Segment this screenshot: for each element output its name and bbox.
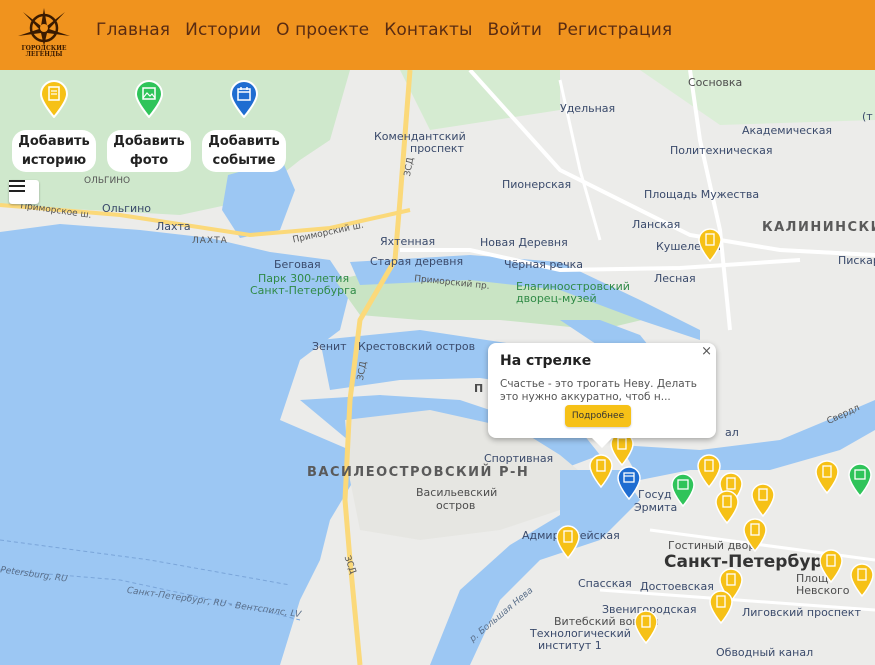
story-marker[interactable] <box>588 454 614 488</box>
main-nav: Главная Истории О проекте Контакты Войти… <box>96 20 672 40</box>
story-marker[interactable] <box>750 483 776 517</box>
label-pi: П <box>474 382 484 395</box>
calendar-icon <box>617 466 641 500</box>
label-sportivnaya: Спортивная <box>484 452 554 465</box>
label-ligovsky: Лиговский проспект <box>742 606 861 619</box>
nav-home[interactable]: Главная <box>96 20 170 40</box>
photo-marker[interactable] <box>670 473 696 507</box>
label-chernaya-rechka: Чёрная речка <box>504 258 583 271</box>
add-story-button[interactable]: Добавить историю <box>10 80 98 172</box>
book-icon <box>743 518 767 552</box>
label-polytech: Политехническая <box>670 144 773 157</box>
photo-icon <box>671 473 695 507</box>
popup-title: На стрелке <box>500 353 592 369</box>
label-al: ал <box>725 426 739 439</box>
nav-register[interactable]: Регистрация <box>557 20 672 40</box>
label-spasskaya: Спасская <box>578 577 632 590</box>
story-marker[interactable] <box>742 518 768 552</box>
label-zenit: Зенит <box>312 340 347 353</box>
label-lanskaya: Ланская <box>632 218 681 231</box>
label-piskar: Пискар <box>838 254 875 267</box>
add-event-label: Добавить событие <box>202 130 286 172</box>
label-begovaya: Беговая <box>274 258 321 271</box>
hamburger-icon <box>9 180 25 192</box>
photo-icon <box>134 80 164 118</box>
book-icon <box>556 525 580 559</box>
label-tech-2: институт 1 <box>538 639 602 652</box>
label-komendant-prospekt: проспект <box>410 142 464 155</box>
label-lakhta: Лахта <box>156 220 191 233</box>
label-nevsky: Невского <box>796 584 850 597</box>
label-vasileostrovsky: ВАСИЛЕОСТРОВСКИЙ Р-Н <box>307 465 530 480</box>
story-marker[interactable] <box>708 590 734 624</box>
nav-about[interactable]: О проекте <box>276 20 369 40</box>
book-icon <box>715 490 739 524</box>
label-olgino: Ольгино <box>102 202 152 215</box>
book-icon <box>39 80 69 118</box>
logo-emblem-icon <box>18 8 70 46</box>
label-staraya-derevnya: Старая деревня <box>370 255 464 268</box>
story-popup: × На стрелке Счастье - это трогать Неву.… <box>488 343 716 448</box>
story-marker[interactable] <box>555 525 581 559</box>
close-icon[interactable]: × <box>701 344 712 359</box>
map-view[interactable]: Сосновка Удельная Академическая (т Комен… <box>0 70 875 665</box>
story-marker[interactable] <box>714 490 740 524</box>
label-elagin-2: дворец-музей <box>516 292 597 305</box>
book-icon <box>709 590 733 624</box>
label-lesnaya: Лесная <box>654 272 696 285</box>
nav-login[interactable]: Войти <box>488 20 543 40</box>
photo-icon <box>848 463 872 497</box>
label-akadem: Академическая <box>742 124 833 137</box>
label-vasilievsky-2: остров <box>436 499 476 512</box>
label-krestovsky: Крестовский остров <box>358 340 476 353</box>
book-icon <box>698 228 722 262</box>
label-spb: Санкт-Петербург <box>664 552 832 572</box>
city-legends-logo[interactable]: ГОРОДСКИЕ ЛЕГЕНДЫ <box>10 6 78 64</box>
label-olgino-top: ОЛЬГИНО <box>84 176 131 186</box>
label-udelnaya: Удельная <box>560 102 616 115</box>
story-marker[interactable] <box>849 563 875 597</box>
story-marker[interactable] <box>697 228 723 262</box>
label-kalininsky: КАЛИНИНСКИЙ <box>762 220 875 235</box>
label-sosnovka: Сосновка <box>688 76 743 89</box>
popup-text: Счастье - это трогать Неву. Делать это н… <box>500 378 697 403</box>
label-dostoevskaya: Достоевская <box>640 580 714 593</box>
book-icon <box>751 483 775 517</box>
book-icon <box>589 454 613 488</box>
calendar-icon <box>229 80 259 118</box>
add-photo-label: Добавить фото <box>107 130 191 172</box>
label-vasilievsky-1: Васильевский <box>416 486 498 499</box>
label-obvodny: Обводный канал <box>716 646 814 659</box>
label-novaya-derevnya: Новая Деревня <box>480 236 568 249</box>
label-park-300-2: Санкт-Петербурга <box>250 284 357 297</box>
label-lakhta-caps: ЛАХТА <box>192 236 228 246</box>
book-icon <box>815 460 839 494</box>
add-photo-button[interactable]: Добавить фото <box>105 80 193 172</box>
label-gos-1: Госуд <box>638 488 672 501</box>
add-event-button[interactable]: Добавить событие <box>200 80 288 172</box>
menu-button[interactable] <box>9 180 39 204</box>
logo-text: ГОРОДСКИЕ ЛЕГЕНДЫ <box>21 45 67 58</box>
book-icon <box>850 563 874 597</box>
story-marker[interactable] <box>814 460 840 494</box>
story-marker[interactable] <box>818 549 844 583</box>
label-ploshchad-muzhestva: Площадь Мужества <box>644 188 760 201</box>
story-marker[interactable] <box>633 610 659 644</box>
more-button[interactable]: Подробнее <box>565 405 631 427</box>
top-navigation-bar: ГОРОДСКИЕ ЛЕГЕНДЫ Главная Истории О прое… <box>0 0 875 70</box>
nav-stories[interactable]: Истории <box>185 20 261 40</box>
photo-marker[interactable] <box>847 463 873 497</box>
label-t-paren: (т <box>862 110 873 123</box>
label-yakhtennaya: Яхтенная <box>380 235 436 248</box>
event-marker[interactable] <box>616 466 642 500</box>
book-icon <box>634 610 658 644</box>
nav-contacts[interactable]: Контакты <box>384 20 472 40</box>
book-icon <box>819 549 843 583</box>
add-story-label: Добавить историю <box>12 130 96 172</box>
label-pionerskaya: Пионерская <box>502 178 572 191</box>
